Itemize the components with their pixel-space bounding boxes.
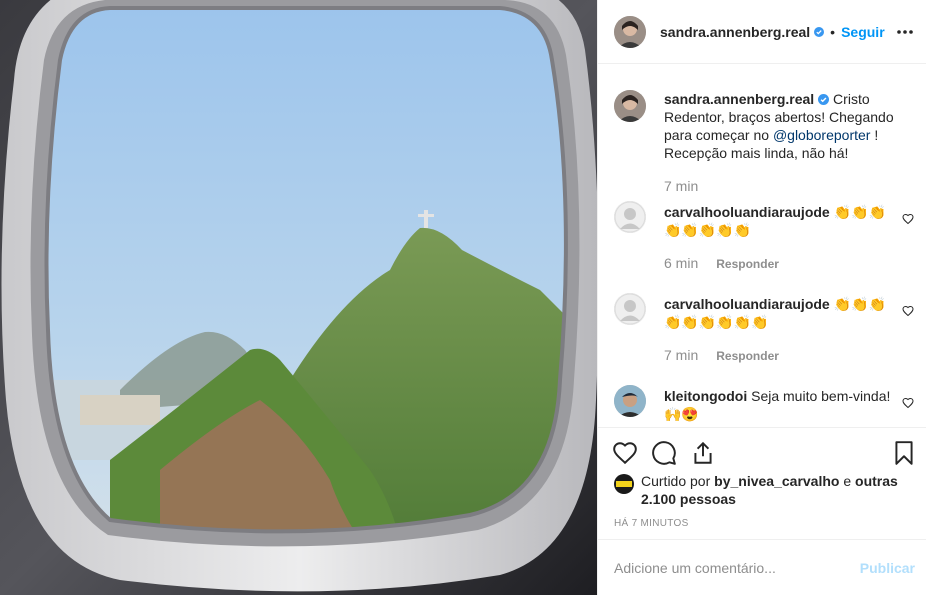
comment-meta: 6 min Responder	[664, 255, 779, 271]
comment-item: kleitongodoi Seja muito bem-vinda!🙌😍	[614, 385, 914, 427]
instagram-post: sandra.annenberg.real • Seguir sandra.an…	[0, 0, 926, 595]
comment-avatar[interactable]	[614, 385, 646, 417]
post-side-panel: sandra.annenberg.real • Seguir sandra.an…	[597, 0, 926, 595]
caption-username[interactable]: sandra.annenberg.real	[664, 91, 814, 107]
caption-time: 7 min	[664, 178, 699, 194]
caption: sandra.annenberg.real Cristo Redentor, b…	[614, 90, 914, 194]
comment-item: carvalhooluandiaraujode 👏👏👏👏👏👏👏👏👏 7 min R…	[614, 293, 914, 365]
likes-prefix: Curtido por	[641, 473, 715, 489]
liker-avatar[interactable]	[614, 474, 634, 494]
comment-avatar[interactable]	[614, 201, 646, 233]
comment-text: kleitongodoi Seja muito bem-vinda!🙌😍	[664, 387, 896, 423]
author-username[interactable]: sandra.annenberg.real	[660, 24, 810, 40]
follow-button[interactable]: Seguir	[841, 24, 885, 40]
airplane-window-photo	[0, 0, 597, 595]
comment-username[interactable]: kleitongodoi	[664, 388, 747, 404]
likes-user[interactable]: by_nivea_carvalho	[714, 473, 839, 489]
verified-badge-icon	[814, 26, 825, 37]
comment-text: carvalhooluandiaraujode 👏👏👏👏👏👏👏👏	[664, 203, 896, 239]
post-photo[interactable]	[0, 0, 597, 595]
share-upload-icon[interactable]	[690, 440, 716, 466]
publish-button[interactable]: Publicar	[860, 560, 915, 576]
like-heart-icon[interactable]	[612, 440, 638, 466]
likes-text: Curtido por by_nivea_carvalho e outras 2…	[641, 472, 901, 508]
author-avatar[interactable]	[614, 15, 646, 48]
comment-bubble-icon[interactable]	[651, 440, 677, 466]
post-timestamp: HÁ 7 MINUTOS	[614, 518, 689, 529]
caption-mention[interactable]: @globoreporter	[773, 127, 871, 143]
post-header: sandra.annenberg.real • Seguir	[598, 0, 926, 64]
comments-list[interactable]: sandra.annenberg.real Cristo Redentor, b…	[598, 65, 926, 427]
comment-meta: 7 min Responder	[664, 347, 779, 363]
more-horizontal-icon[interactable]	[895, 22, 915, 42]
reply-button[interactable]: Responder	[716, 257, 779, 271]
verified-badge-icon	[818, 94, 830, 105]
caption-avatar[interactable]	[614, 90, 646, 122]
reply-button[interactable]: Responder	[716, 349, 779, 363]
comment-input[interactable]: Adicione um comentário...	[614, 560, 860, 576]
comment-time: 7 min	[664, 347, 699, 363]
comment-time: 6 min	[664, 255, 699, 271]
comment-like-heart-icon[interactable]	[902, 397, 914, 409]
comment-item: carvalhooluandiaraujode 👏👏👏👏👏👏👏👏 6 min Re…	[614, 201, 914, 273]
caption-text: sandra.annenberg.real Cristo Redentor, b…	[664, 90, 896, 162]
likes-middle: e	[839, 473, 856, 489]
comment-like-heart-icon[interactable]	[902, 213, 914, 225]
add-comment-bar: Adicione um comentário... Publicar	[598, 539, 926, 595]
comment-avatar[interactable]	[614, 293, 646, 325]
header-separator: •	[830, 23, 836, 40]
comment-like-heart-icon[interactable]	[902, 305, 914, 317]
post-actions: Curtido por by_nivea_carvalho e outras 2…	[598, 427, 926, 539]
comment-username[interactable]: carvalhooluandiaraujode	[664, 296, 830, 312]
comment-text: carvalhooluandiaraujode 👏👏👏👏👏👏👏👏👏	[664, 295, 896, 331]
bookmark-save-icon[interactable]	[891, 440, 917, 466]
comment-username[interactable]: carvalhooluandiaraujode	[664, 204, 830, 220]
